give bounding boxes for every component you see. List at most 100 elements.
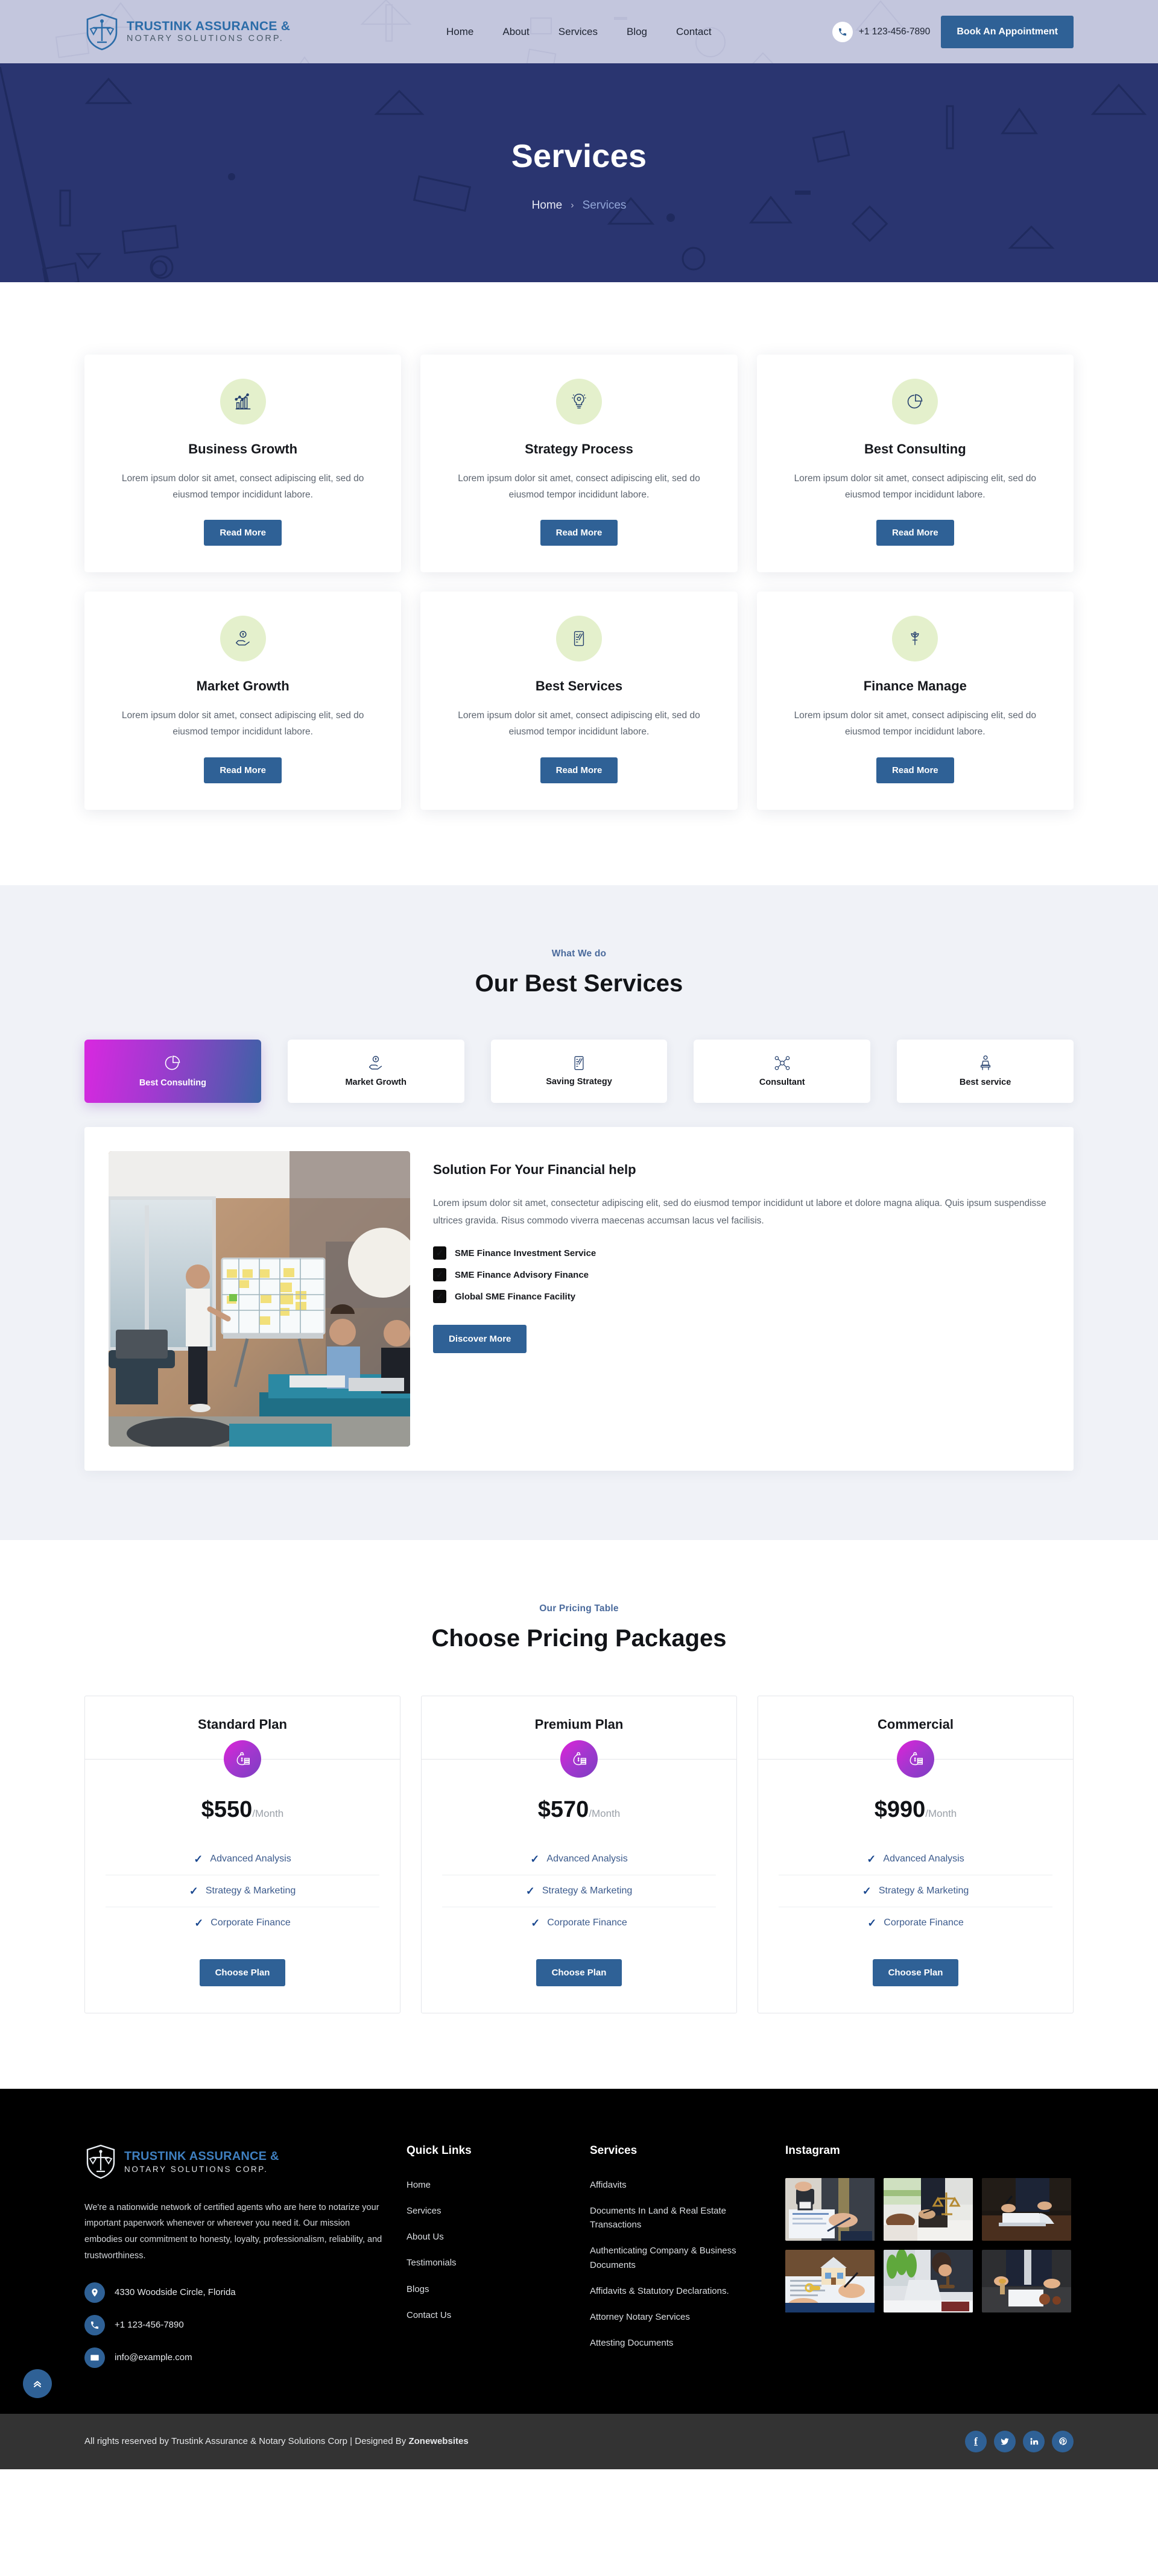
read-more-button[interactable]: Read More — [540, 757, 618, 783]
pricing-grid: Standard Plan $550/Month ✓ Advanced Anal… — [84, 1695, 1074, 2013]
tab-best-service[interactable]: Best service — [897, 1039, 1074, 1103]
facebook-icon[interactable]: f — [965, 2430, 987, 2452]
checklist-pencil-icon — [555, 616, 602, 662]
header-phone[interactable]: +1 123-456-7890 — [832, 21, 930, 42]
tab-label: Saving Strategy — [546, 1077, 612, 1087]
best-services-panel: Solution For Your Financial help Lorem i… — [84, 1126, 1074, 1471]
plan-name: Premium Plan — [534, 1716, 624, 1732]
service-card[interactable]: Strategy Process Lorem ipsum dolor sit a… — [420, 355, 738, 573]
feature-label: Corporate Finance — [210, 1917, 291, 1928]
service-card[interactable]: Business Growth Lorem ipsum dolor sit am… — [84, 355, 402, 573]
footer-phone[interactable]: +1 123-456-7890 — [84, 2314, 386, 2335]
page-root: TRUSTINK ASSURANCE & NOTARY SOLUTIONS CO… — [0, 0, 1158, 2469]
check-icon: ✓ — [433, 1290, 446, 1304]
footer-address-text: 4330 Woodside Circle, Florida — [115, 2287, 236, 2298]
service-card[interactable]: Best Services Lorem ipsum dolor sit amet… — [420, 592, 738, 810]
footer-link-services[interactable]: Services — [407, 2204, 569, 2218]
social-links: f — [965, 2430, 1074, 2452]
woman-with-laptop-gavel-photo[interactable] — [884, 2249, 973, 2312]
nav-item-services[interactable]: Services — [558, 26, 598, 38]
footer-about-column: TRUSTINK ASSURANCE & NOTARY SOLUTIONS CO… — [84, 2144, 386, 2368]
footer-link-testimonials[interactable]: Testimonials — [407, 2256, 569, 2270]
footer-logo-primary: TRUSTINK ASSURANCE & — [124, 2149, 279, 2163]
footer-link-contact-us[interactable]: Contact Us — [407, 2308, 569, 2322]
pricing-card-body: $990/Month ✓ Advanced Analysis ✓ Strategy … — [758, 1760, 1073, 2013]
choose-plan-button[interactable]: Choose Plan — [872, 1959, 959, 1986]
footer-service-attesting-documents[interactable]: Attesting Documents — [590, 2336, 765, 2350]
choose-plan-button[interactable]: Choose Plan — [536, 1959, 622, 1986]
book-appointment-button[interactable]: Book An Appointment — [941, 15, 1074, 48]
footer-contact-list: 4330 Woodside Circle, Florida +1 123-456… — [84, 2282, 386, 2368]
hero-decoration — [0, 67, 1147, 282]
twitter-icon[interactable] — [994, 2430, 1016, 2452]
wax-seal-notary-photo[interactable] — [982, 2249, 1071, 2312]
scroll-to-top-button[interactable] — [23, 2369, 52, 2398]
man-signing-stack-of-papers-photo[interactable] — [982, 2177, 1071, 2241]
nav-item-blog[interactable]: Blog — [627, 26, 647, 38]
check-icon: ✓ — [194, 1852, 203, 1865]
feature-label: Strategy & Marketing — [205, 1885, 296, 1896]
footer-email[interactable]: info@example.com — [84, 2347, 386, 2368]
page-hero: Services Home › Services — [0, 67, 1158, 282]
plan-feature: ✓ Corporate Finance — [442, 1906, 716, 1939]
hand-coin-icon — [220, 616, 266, 662]
check-label: SME Finance Advisory Finance — [455, 1269, 589, 1280]
instagram-thumbnail-grid — [785, 2177, 1074, 2312]
footer-service-statutory-declarations[interactable]: Affidavits & Statutory Declarations. — [590, 2284, 765, 2298]
service-card[interactable]: Market Growth Lorem ipsum dolor sit amet… — [84, 592, 402, 810]
check-item: ✓ SME Finance Investment Service — [433, 1246, 1049, 1260]
plan-feature: ✓ Strategy & Marketing — [442, 1874, 716, 1907]
read-more-button[interactable]: Read More — [876, 520, 954, 546]
footer-logo[interactable]: TRUSTINK ASSURANCE & NOTARY SOLUTIONS CO… — [84, 2144, 386, 2179]
check-icon: ✓ — [867, 1916, 877, 1929]
pricing-eyebrow: Our Pricing Table — [539, 1603, 619, 1614]
house-model-key-contract-photo[interactable] — [785, 2249, 875, 2312]
list-item: Contact Us — [407, 2308, 569, 2322]
tab-market-growth[interactable]: Market Growth — [287, 1039, 464, 1103]
service-card[interactable]: Finance Manage Lorem ipsum dolor sit ame… — [756, 592, 1074, 810]
plan-feature: ✓ Advanced Analysis — [106, 1843, 379, 1875]
tab-best-consulting[interactable]: Best Consulting — [84, 1039, 261, 1103]
discover-more-button[interactable]: Discover More — [433, 1325, 527, 1354]
service-card[interactable]: Best Consulting Lorem ipsum dolor sit am… — [756, 355, 1074, 573]
footer-link-home[interactable]: Home — [407, 2178, 569, 2192]
read-more-button[interactable]: Read More — [876, 757, 954, 783]
breadcrumb-home[interactable]: Home — [532, 199, 563, 212]
service-card-title: Best Services — [535, 678, 623, 694]
footer-link-about-us[interactable]: About Us — [407, 2230, 569, 2244]
list-item: About Us — [407, 2230, 569, 2244]
read-more-button[interactable]: Read More — [204, 520, 282, 546]
nav-item-home[interactable]: Home — [446, 26, 473, 38]
phone-icon — [832, 21, 853, 42]
footer-service-authenticating-documents[interactable]: Authenticating Company & Business Docume… — [590, 2244, 765, 2272]
footer-service-attorney-notary[interactable]: Attorney Notary Services — [590, 2310, 765, 2324]
logo-line-secondary: NOTARY SOLUTIONS CORP. — [127, 33, 284, 43]
check-label: SME Finance Investment Service — [455, 1248, 596, 1258]
nav-item-contact[interactable]: Contact — [676, 26, 712, 38]
linkedin-icon[interactable] — [1023, 2430, 1045, 2452]
footer-column-title: Services — [590, 2144, 638, 2157]
lawyers-with-scales-of-justice-photo[interactable] — [884, 2177, 973, 2241]
price-amount: $990 — [874, 1796, 926, 1822]
footer-link-blogs[interactable]: Blogs — [407, 2282, 569, 2296]
nav-item-about[interactable]: About — [502, 26, 529, 38]
location-pin-icon — [84, 2282, 105, 2303]
notary-stamping-document-photo[interactable] — [785, 2177, 875, 2241]
footer-email-text: info@example.com — [115, 2352, 192, 2363]
choose-plan-button[interactable]: Choose Plan — [199, 1959, 286, 1986]
panel-paragraph: Lorem ipsum dolor sit amet, consectetur … — [433, 1198, 1046, 1226]
footer-service-land-real-estate[interactable]: Documents In Land & Real Estate Transact… — [590, 2204, 765, 2232]
check-icon: ✓ — [194, 1916, 204, 1929]
footer-service-affidavits[interactable]: Affidavits — [590, 2178, 765, 2192]
check-icon: ✓ — [525, 1884, 535, 1897]
read-more-button[interactable]: Read More — [204, 757, 282, 783]
pinterest-icon[interactable] — [1052, 2430, 1074, 2452]
footer-address[interactable]: 4330 Woodside Circle, Florida — [84, 2282, 386, 2303]
tab-consultant[interactable]: Consultant — [694, 1039, 871, 1103]
read-more-button[interactable]: Read More — [540, 520, 618, 546]
tab-saving-strategy[interactable]: Saving Strategy — [490, 1039, 668, 1103]
footer-services-column: Services Affidavits Documents In Land & … — [590, 2144, 765, 2368]
service-card-text: Lorem ipsum dolor sit amet, consect adip… — [794, 710, 1037, 737]
site-logo[interactable]: TRUSTINK ASSURANCE & NOTARY SOLUTIONS CO… — [84, 13, 374, 51]
panel-content: Solution For Your Financial help Lorem i… — [433, 1151, 1049, 1447]
